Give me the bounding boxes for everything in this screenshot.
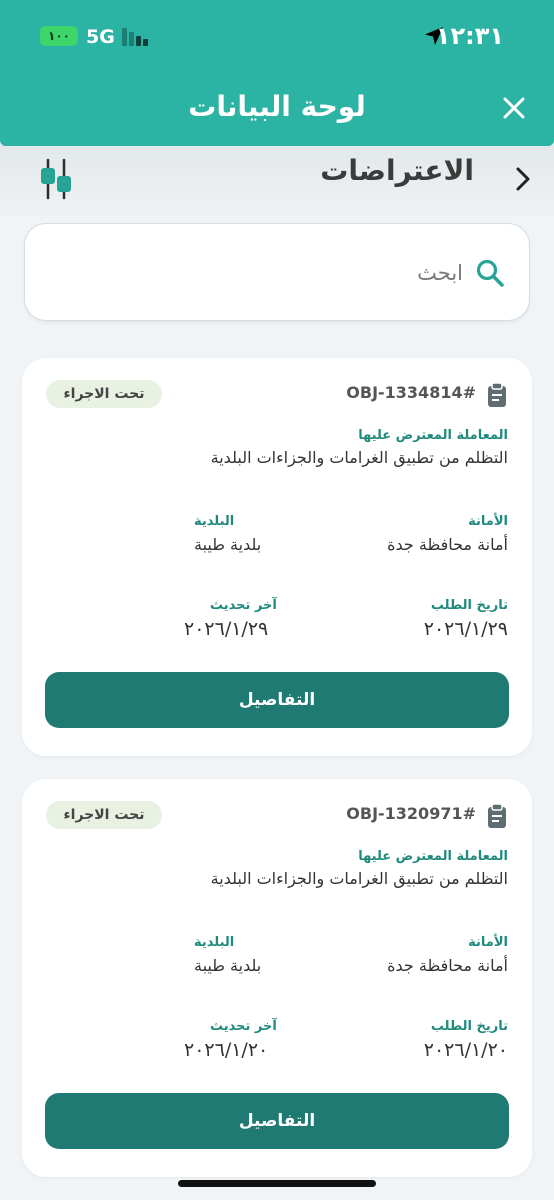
section-title: الاعتراضات [320, 154, 474, 187]
amana-label: الأمانة [468, 935, 508, 950]
search-box [24, 223, 530, 321]
search-input[interactable] [83, 254, 463, 292]
status-badge: تحت الاجراء [46, 801, 162, 829]
request-date-label: تاريخ الطلب [430, 1019, 508, 1034]
home-indicator[interactable] [178, 1180, 376, 1187]
status-time: ١٢:٣١ [435, 22, 504, 50]
app-header: ١٠٠ 5G ١٢:٣١ لوحة البيانات [0, 0, 554, 146]
page-title: لوحة البيانات [188, 90, 366, 123]
objection-id: OBJ-1320971# [346, 804, 476, 823]
sliders-icon[interactable] [34, 158, 78, 200]
search-icon[interactable] [475, 258, 505, 288]
objection-card: OBJ-1320971# تحت الاجراء المعاملة المعتر… [22, 779, 532, 1177]
baladiya-value: بلدية طيبة [194, 956, 262, 975]
last-update-label: آخر تحديث [210, 598, 277, 613]
status-badge: تحت الاجراء [46, 380, 162, 408]
amana-value: أمانة محافظة جدة [387, 535, 508, 554]
transaction-label: المعاملة المعترض عليها [358, 849, 508, 864]
objection-card: OBJ-1334814# تحت الاجراء المعاملة المعتر… [22, 358, 532, 756]
baladiya-value: بلدية طيبة [194, 535, 262, 554]
chevron-right-icon[interactable] [508, 164, 536, 194]
request-date-label: تاريخ الطلب [430, 598, 508, 613]
network-type: 5G [86, 26, 115, 48]
details-button[interactable]: التفاصيل [45, 672, 509, 728]
amana-value: أمانة محافظة جدة [387, 956, 508, 975]
request-date-value: ٢٠٢٦/١/٢٩ [423, 618, 508, 640]
last-update-value: ٢٠٢٦/١/٢٠ [184, 1039, 269, 1061]
signal-icon [122, 28, 150, 46]
request-date-value: ٢٠٢٦/١/٢٠ [423, 1039, 508, 1061]
last-update-label: آخر تحديث [210, 1019, 277, 1034]
transaction-label: المعاملة المعترض عليها [358, 428, 508, 443]
clipboard-icon [488, 803, 506, 828]
baladiya-label: البلدية [194, 514, 235, 529]
details-button[interactable]: التفاصيل [45, 1093, 509, 1149]
battery-indicator: ١٠٠ [40, 26, 78, 46]
transaction-value: التظلم من تطبيق الغرامات والجزاءات البلد… [210, 869, 508, 888]
battery-level: ١٠٠ [48, 29, 70, 43]
last-update-value: ٢٠٢٦/١/٢٩ [184, 618, 269, 640]
baladiya-label: البلدية [194, 935, 235, 950]
objection-id: OBJ-1334814# [346, 383, 476, 402]
amana-label: الأمانة [468, 514, 508, 529]
clipboard-icon [488, 382, 506, 407]
transaction-value: التظلم من تطبيق الغرامات والجزاءات البلد… [210, 448, 508, 467]
